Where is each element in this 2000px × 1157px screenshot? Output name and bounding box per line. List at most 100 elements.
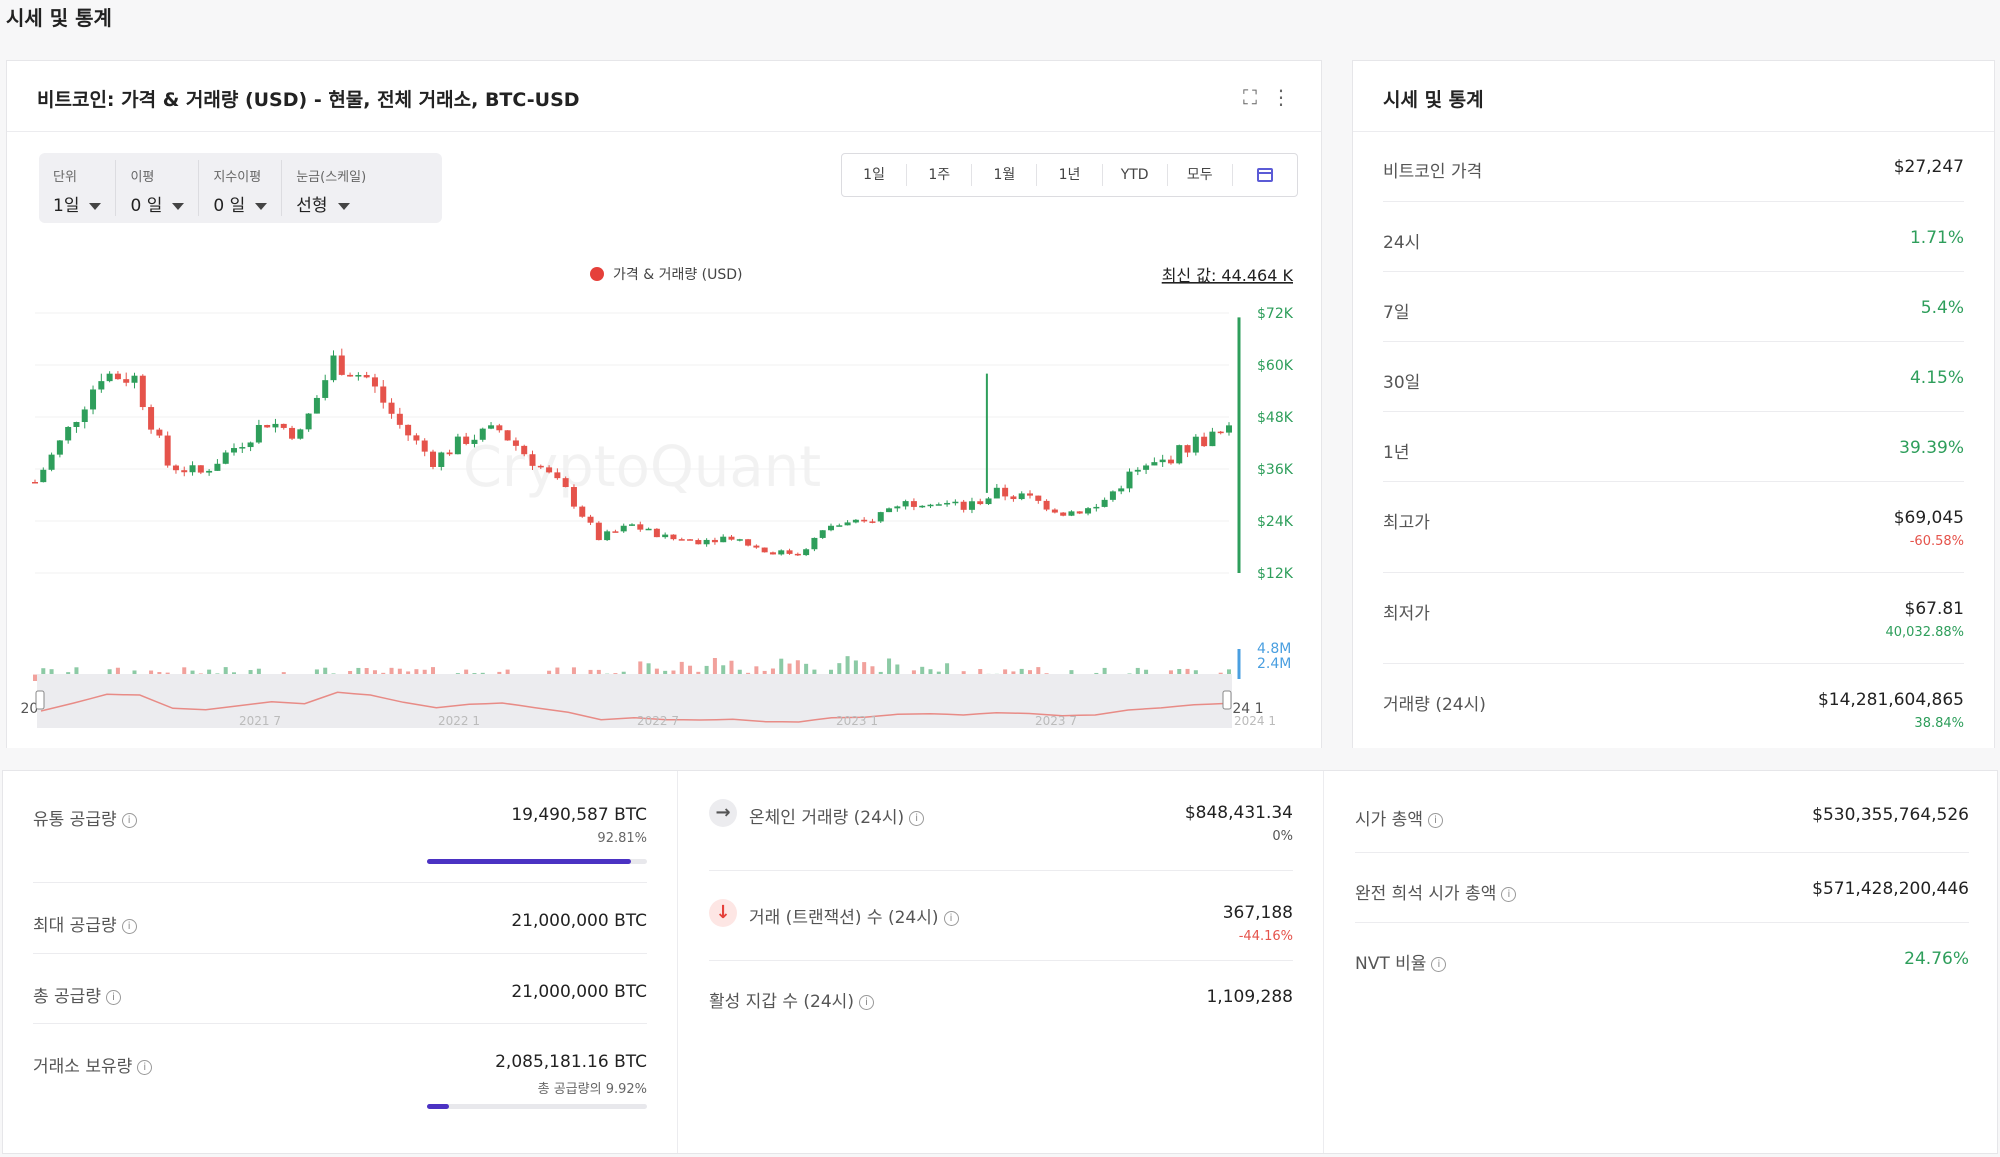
info-icon[interactable]: i xyxy=(105,989,121,1005)
stat-value: 4.15% xyxy=(1909,368,1964,388)
candle-body xyxy=(363,375,370,378)
navigator-tick: 2022 7 xyxy=(637,714,679,728)
supply-row: 유통 공급량 i 19,490,587 BTC 92.81% xyxy=(33,771,647,883)
candle-body xyxy=(172,465,179,471)
candle-body xyxy=(1060,512,1067,516)
candle-body xyxy=(1226,425,1232,433)
candle-body xyxy=(687,539,694,541)
price-axis-tick: $24K xyxy=(1257,514,1294,530)
candle-body xyxy=(745,539,752,546)
price-axis-tick: $72K xyxy=(1257,306,1294,322)
candle-body xyxy=(131,375,138,383)
candle-body xyxy=(488,425,495,429)
candle-body xyxy=(1068,511,1075,516)
info-icon[interactable]: i xyxy=(121,812,137,828)
market-value: $571,428,200,446 xyxy=(1812,879,1969,899)
candle-body xyxy=(537,465,544,468)
candle-body xyxy=(604,531,611,541)
candle-body xyxy=(977,501,984,505)
candle-body xyxy=(454,436,461,455)
candle-body xyxy=(637,524,644,530)
candle-body xyxy=(728,536,735,540)
onchain-row: ↓ 거래 (트랜잭션) 수 (24시) i 367,188 -44.16% xyxy=(709,871,1293,961)
candle-body xyxy=(919,505,926,508)
candle-body xyxy=(935,504,942,506)
price-volume-chart[interactable]: 가격 & 거래량 (USD) 최신 값: 44.464 K CryptoQuan… xyxy=(7,61,1323,749)
candle-body xyxy=(40,469,47,483)
candle-body xyxy=(703,539,710,545)
navigator-right-handle[interactable] xyxy=(1222,690,1232,710)
stat-value: $27,247 xyxy=(1893,157,1964,177)
supply-value: 21,000,000 BTC xyxy=(511,982,647,1002)
supply-onchain-card: 유통 공급량 i 19,490,587 BTC 92.81% 최대 공급량 i 21,000… xyxy=(2,770,1998,1154)
candle-body xyxy=(993,487,1000,499)
candle-body xyxy=(819,530,826,538)
candle-body xyxy=(289,427,296,439)
candle-body xyxy=(197,465,204,473)
candle-body xyxy=(156,429,163,436)
supply-sub: 92.81% xyxy=(597,831,647,846)
candle-body xyxy=(380,386,387,403)
info-icon[interactable]: i xyxy=(137,1059,153,1075)
supply-label: 최대 공급량 xyxy=(33,916,117,936)
candle-body xyxy=(695,540,702,545)
navigator-left-handle[interactable] xyxy=(35,690,45,710)
info-icon[interactable]: i xyxy=(909,810,925,826)
candle-body xyxy=(255,424,262,443)
candle-body xyxy=(65,426,72,441)
candle-body xyxy=(960,501,967,510)
volume-axis-tick: 2.4M xyxy=(1257,656,1291,672)
candle-body xyxy=(247,442,254,448)
candle-body xyxy=(662,534,669,538)
onchain-change: 0% xyxy=(1272,829,1293,844)
stat-row: 최저가 $67.81 40,032.88% xyxy=(1383,573,1964,664)
price-axis-tick: $12K xyxy=(1257,566,1294,582)
info-icon[interactable]: i xyxy=(1431,956,1447,972)
candle-body xyxy=(396,413,403,425)
supply-progress-fill xyxy=(427,859,632,864)
candle-body xyxy=(645,528,652,531)
info-icon[interactable]: i xyxy=(121,918,137,934)
candle-body xyxy=(570,487,577,507)
supply-row: 총 공급량 i 21,000,000 BTC xyxy=(33,954,647,1024)
candle-body xyxy=(413,435,420,441)
candle-body xyxy=(1085,508,1092,514)
candle-body xyxy=(786,550,793,554)
candle-body xyxy=(612,531,619,533)
candle-body xyxy=(910,501,917,507)
candle-body xyxy=(562,478,569,488)
supply-sub: 총 공급량의 9.92% xyxy=(537,1082,647,1097)
navigator-tick: 2021 7 xyxy=(239,714,281,728)
candle-body xyxy=(546,467,553,473)
supply-progress-bar xyxy=(427,1104,647,1109)
stat-value: $14,281,604,865 xyxy=(1817,690,1964,710)
stat-label: 최고가 xyxy=(1383,513,1430,533)
candle-body xyxy=(322,380,329,398)
candle-body xyxy=(836,525,843,527)
market-value: 24.76% xyxy=(1904,949,1969,969)
candle-body xyxy=(579,506,586,517)
arrow-right-icon: → xyxy=(709,799,737,827)
info-icon[interactable]: i xyxy=(858,994,874,1010)
candle-body xyxy=(1076,511,1083,514)
stat-value: $69,045 xyxy=(1893,508,1964,528)
candle-body xyxy=(521,445,528,455)
candle-body xyxy=(670,534,677,540)
candle-body xyxy=(1159,459,1166,463)
column-divider xyxy=(1323,771,1324,1153)
stat-change: 40,032.88% xyxy=(1885,625,1964,640)
info-icon[interactable]: i xyxy=(943,910,959,926)
supply-label: 총 공급량 xyxy=(33,987,101,1007)
info-icon[interactable]: i xyxy=(1427,812,1443,828)
info-icon[interactable]: i xyxy=(1501,886,1517,902)
navigator-tick: 2022 1 xyxy=(438,714,480,728)
stat-value: 39.39% xyxy=(1899,438,1964,458)
candle-body xyxy=(1143,465,1150,470)
legend-label: 가격 & 거래량 (USD) xyxy=(613,267,743,283)
market-row: NVT 비율 i 24.76% xyxy=(1355,923,1969,993)
onchain-change: -44.16% xyxy=(1238,929,1293,944)
market-label: 완전 희석 시가 총액 xyxy=(1355,884,1497,904)
candle-body xyxy=(206,470,213,473)
latest-value: 최신 값: 44.464 K xyxy=(1162,266,1294,285)
onchain-value: 367,188 xyxy=(1222,903,1293,923)
